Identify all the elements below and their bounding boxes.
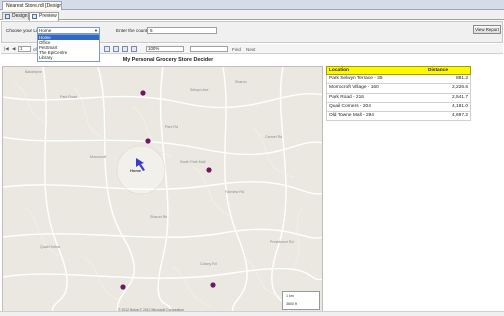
store-marker[interactable] — [120, 284, 126, 290]
map-label: Quail Hollow — [40, 245, 61, 249]
table-header-row: Location Distance — [326, 66, 471, 76]
map-label: Colony Rd — [200, 262, 217, 266]
table-row: Quail Corners - 204 4,191.0 — [326, 102, 471, 112]
cell-distance: 881.2 — [455, 76, 468, 82]
map-label: Ballantyne — [25, 70, 42, 74]
tab-design-label: Design — [12, 13, 28, 19]
zoom-select[interactable]: 100% — [146, 46, 184, 52]
cell-location: Morrocroft Village - 160 — [329, 85, 379, 91]
map-label: Morrocroft — [90, 155, 107, 159]
print-layout-icon[interactable] — [113, 46, 119, 52]
find-input[interactable] — [190, 46, 228, 52]
map-label: Park Road — [60, 95, 77, 99]
view-tab-strip — [0, 10, 504, 20]
location-option[interactable]: Library — [38, 55, 99, 60]
cell-distance: 4,697.2 — [451, 112, 468, 118]
table-row: Morrocroft Village - 160 2,226.6 — [326, 84, 471, 94]
cell-distance: 4,191.0 — [451, 103, 468, 109]
map-label: South Park Mall — [180, 160, 206, 164]
map-label: Fairview Rd — [225, 190, 244, 194]
location-dropdown-list[interactable]: Home Office PetSmart The EpiCentre Libra… — [37, 34, 100, 62]
map-label: Sharon — [235, 80, 247, 84]
preview-icon — [32, 14, 37, 19]
table-row: Old Towne Mall - 294 4,697.2 — [326, 111, 471, 122]
map-canvas — [3, 67, 322, 311]
store-marker[interactable] — [210, 282, 216, 288]
cell-distance: 2,541.7 — [451, 94, 468, 100]
page-setup-icon[interactable] — [122, 46, 128, 52]
scale-km: 1 km — [286, 294, 294, 298]
table-row: Park Selwyn Terrace - 35 881.2 — [326, 75, 471, 85]
page-number-input[interactable]: 1 — [18, 46, 31, 52]
zoom-value: 100% — [148, 46, 160, 51]
find-link[interactable]: Find — [232, 47, 241, 52]
header-location: Location — [329, 68, 349, 73]
home-label: Home — [130, 168, 142, 173]
map-label: Providence Rd — [270, 240, 294, 244]
location-select-value: Home — [39, 28, 52, 33]
report-title: My Personal Grocery Store Decider — [122, 57, 214, 63]
tab-preview[interactable]: Preview — [29, 12, 59, 21]
store-marker[interactable] — [140, 90, 146, 96]
table-row: Park Road - 216 2,541.7 — [326, 93, 471, 103]
scale-ft: 3600 ft — [286, 302, 297, 306]
first-page-icon[interactable]: |◀ — [4, 46, 9, 52]
distance-table: Location Distance Park Selwyn Terrace - … — [326, 66, 471, 122]
next-link[interactable]: Next — [246, 47, 255, 52]
count-label: Enter the count: — [116, 28, 149, 33]
horizontal-scrollbar[interactable] — [0, 311, 504, 316]
count-input[interactable]: 5 — [147, 27, 217, 34]
tab-preview-label: Preview — [39, 13, 57, 19]
cell-location: Park Selwyn Terrace - 35 — [329, 76, 383, 82]
store-marker[interactable] — [145, 138, 151, 144]
view-report-button[interactable]: View Report — [473, 25, 501, 34]
map-label: Carmel Rd — [265, 135, 283, 139]
chevron-down-icon[interactable]: ▼ — [94, 28, 98, 33]
document-tab-strip — [0, 0, 504, 10]
cell-location: Old Towne Mall - 294 — [329, 112, 374, 118]
previous-page-icon[interactable]: ◀ — [12, 46, 16, 52]
tab-design[interactable]: Design — [2, 12, 29, 20]
design-icon — [5, 14, 10, 19]
map-label: Park Rd — [165, 125, 178, 129]
header-distance: Distance — [428, 68, 448, 73]
map-label: Selwyn Ave — [190, 88, 209, 92]
store-marker[interactable] — [206, 167, 212, 173]
document-tab[interactable]: Nearest Store.rdl [Design] — [2, 1, 62, 10]
map[interactable] — [2, 66, 323, 312]
print-icon[interactable] — [104, 46, 110, 52]
map-scale: 1 km 3600 ft — [282, 291, 320, 310]
export-icon[interactable] — [131, 46, 137, 52]
location-select[interactable]: Home ▼ — [37, 27, 100, 34]
cell-location: Quail Corners - 204 — [329, 103, 371, 109]
map-label: Sharon Rd — [150, 215, 168, 219]
cell-distance: 2,226.6 — [451, 85, 468, 91]
cell-location: Park Road - 216 — [329, 94, 364, 100]
